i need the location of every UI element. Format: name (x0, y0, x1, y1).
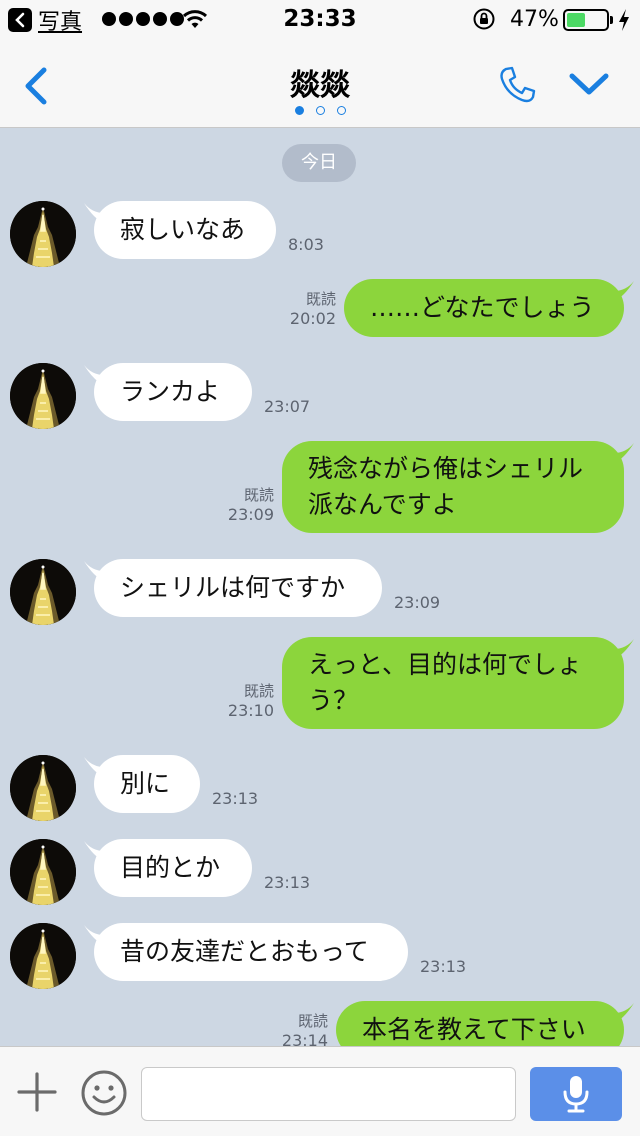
contact-avatar[interactable] (10, 559, 76, 625)
message-time: 23:09 (227, 505, 274, 524)
contact-avatar[interactable] (10, 839, 76, 905)
message-meta: 既読 23:14 (274, 1011, 328, 1046)
message-time: 23:07 (264, 397, 311, 416)
outgoing-message-bubble[interactable]: えっと、目的は何でしょう？ (282, 637, 624, 729)
phone-icon (500, 66, 536, 103)
message-time: 23:13 (420, 957, 467, 976)
add-attachment-button[interactable] (16, 1071, 58, 1113)
message-time: 23:10 (227, 701, 274, 720)
message-time: 23:13 (264, 873, 311, 892)
battery-level (567, 13, 585, 27)
page-dot-1 (294, 106, 304, 115)
contact-avatar[interactable] (10, 755, 76, 821)
chevron-down-icon (569, 73, 609, 95)
contact-avatar[interactable] (10, 363, 76, 429)
incoming-message-bubble[interactable]: 昔の友達だとおもって (94, 923, 408, 981)
outgoing-message-bubble[interactable]: 残念ながら俺はシェリル派なんですよ (282, 441, 624, 533)
message-meta: 既読 23:09 (220, 485, 274, 525)
page-dot-2 (315, 106, 325, 115)
voice-message-button[interactable] (530, 1067, 622, 1121)
microphone-icon (563, 1076, 589, 1113)
charging-bolt-icon (617, 8, 631, 38)
incoming-message-bubble[interactable]: 目的とか (94, 839, 252, 897)
call-button[interactable] (496, 64, 538, 106)
status-bar: 写真 23:33 47% (0, 0, 640, 40)
chat-header: 燚燚 (0, 40, 640, 128)
message-input[interactable] (141, 1067, 516, 1121)
message-time: 23:14 (281, 1031, 328, 1046)
outgoing-message-bubble[interactable]: 本名を教えて下さい (336, 1001, 624, 1046)
date-separator: 今日 (282, 144, 356, 182)
outgoing-message-bubble[interactable]: ……どなたでしょう (344, 279, 624, 337)
incoming-message-bubble[interactable]: ランカよ (94, 363, 252, 421)
contact-avatar[interactable] (10, 923, 76, 989)
incoming-message-bubble[interactable]: 寂しいなあ (94, 201, 276, 259)
message-list[interactable]: 今日 寂しいなあ 8:03 ……どなたでしょう 既読 20:02 ランカよ 23:07 残念な… (0, 129, 640, 1046)
message-meta: 既読 20:02 (282, 289, 336, 329)
message-time: 8:03 (288, 235, 324, 254)
contact-avatar[interactable] (10, 201, 76, 267)
chat-title: 燚燚 (290, 68, 350, 103)
orientation-lock-icon (472, 7, 496, 37)
read-receipt: 既読 (305, 290, 336, 308)
message-time: 23:09 (394, 593, 441, 612)
page-indicator (0, 106, 640, 115)
incoming-message-bubble[interactable]: シェリルは何ですか (94, 559, 382, 617)
battery-percent: 47% (510, 7, 559, 32)
incoming-message-bubble[interactable]: 別に (94, 755, 200, 813)
message-time: 20:02 (289, 309, 336, 328)
read-receipt: 既読 (243, 486, 274, 504)
message-input-bar (0, 1046, 640, 1136)
battery-icon (563, 9, 613, 31)
plus-icon (17, 1072, 57, 1112)
read-receipt: 既読 (297, 1012, 328, 1030)
chat-menu-button[interactable] (568, 70, 610, 100)
emoji-icon (81, 1070, 127, 1116)
page-dot-3 (336, 106, 346, 115)
message-time: 23:13 (212, 789, 259, 808)
read-receipt: 既読 (243, 682, 274, 700)
message-meta: 既読 23:10 (220, 681, 274, 721)
sticker-button[interactable] (80, 1069, 128, 1117)
